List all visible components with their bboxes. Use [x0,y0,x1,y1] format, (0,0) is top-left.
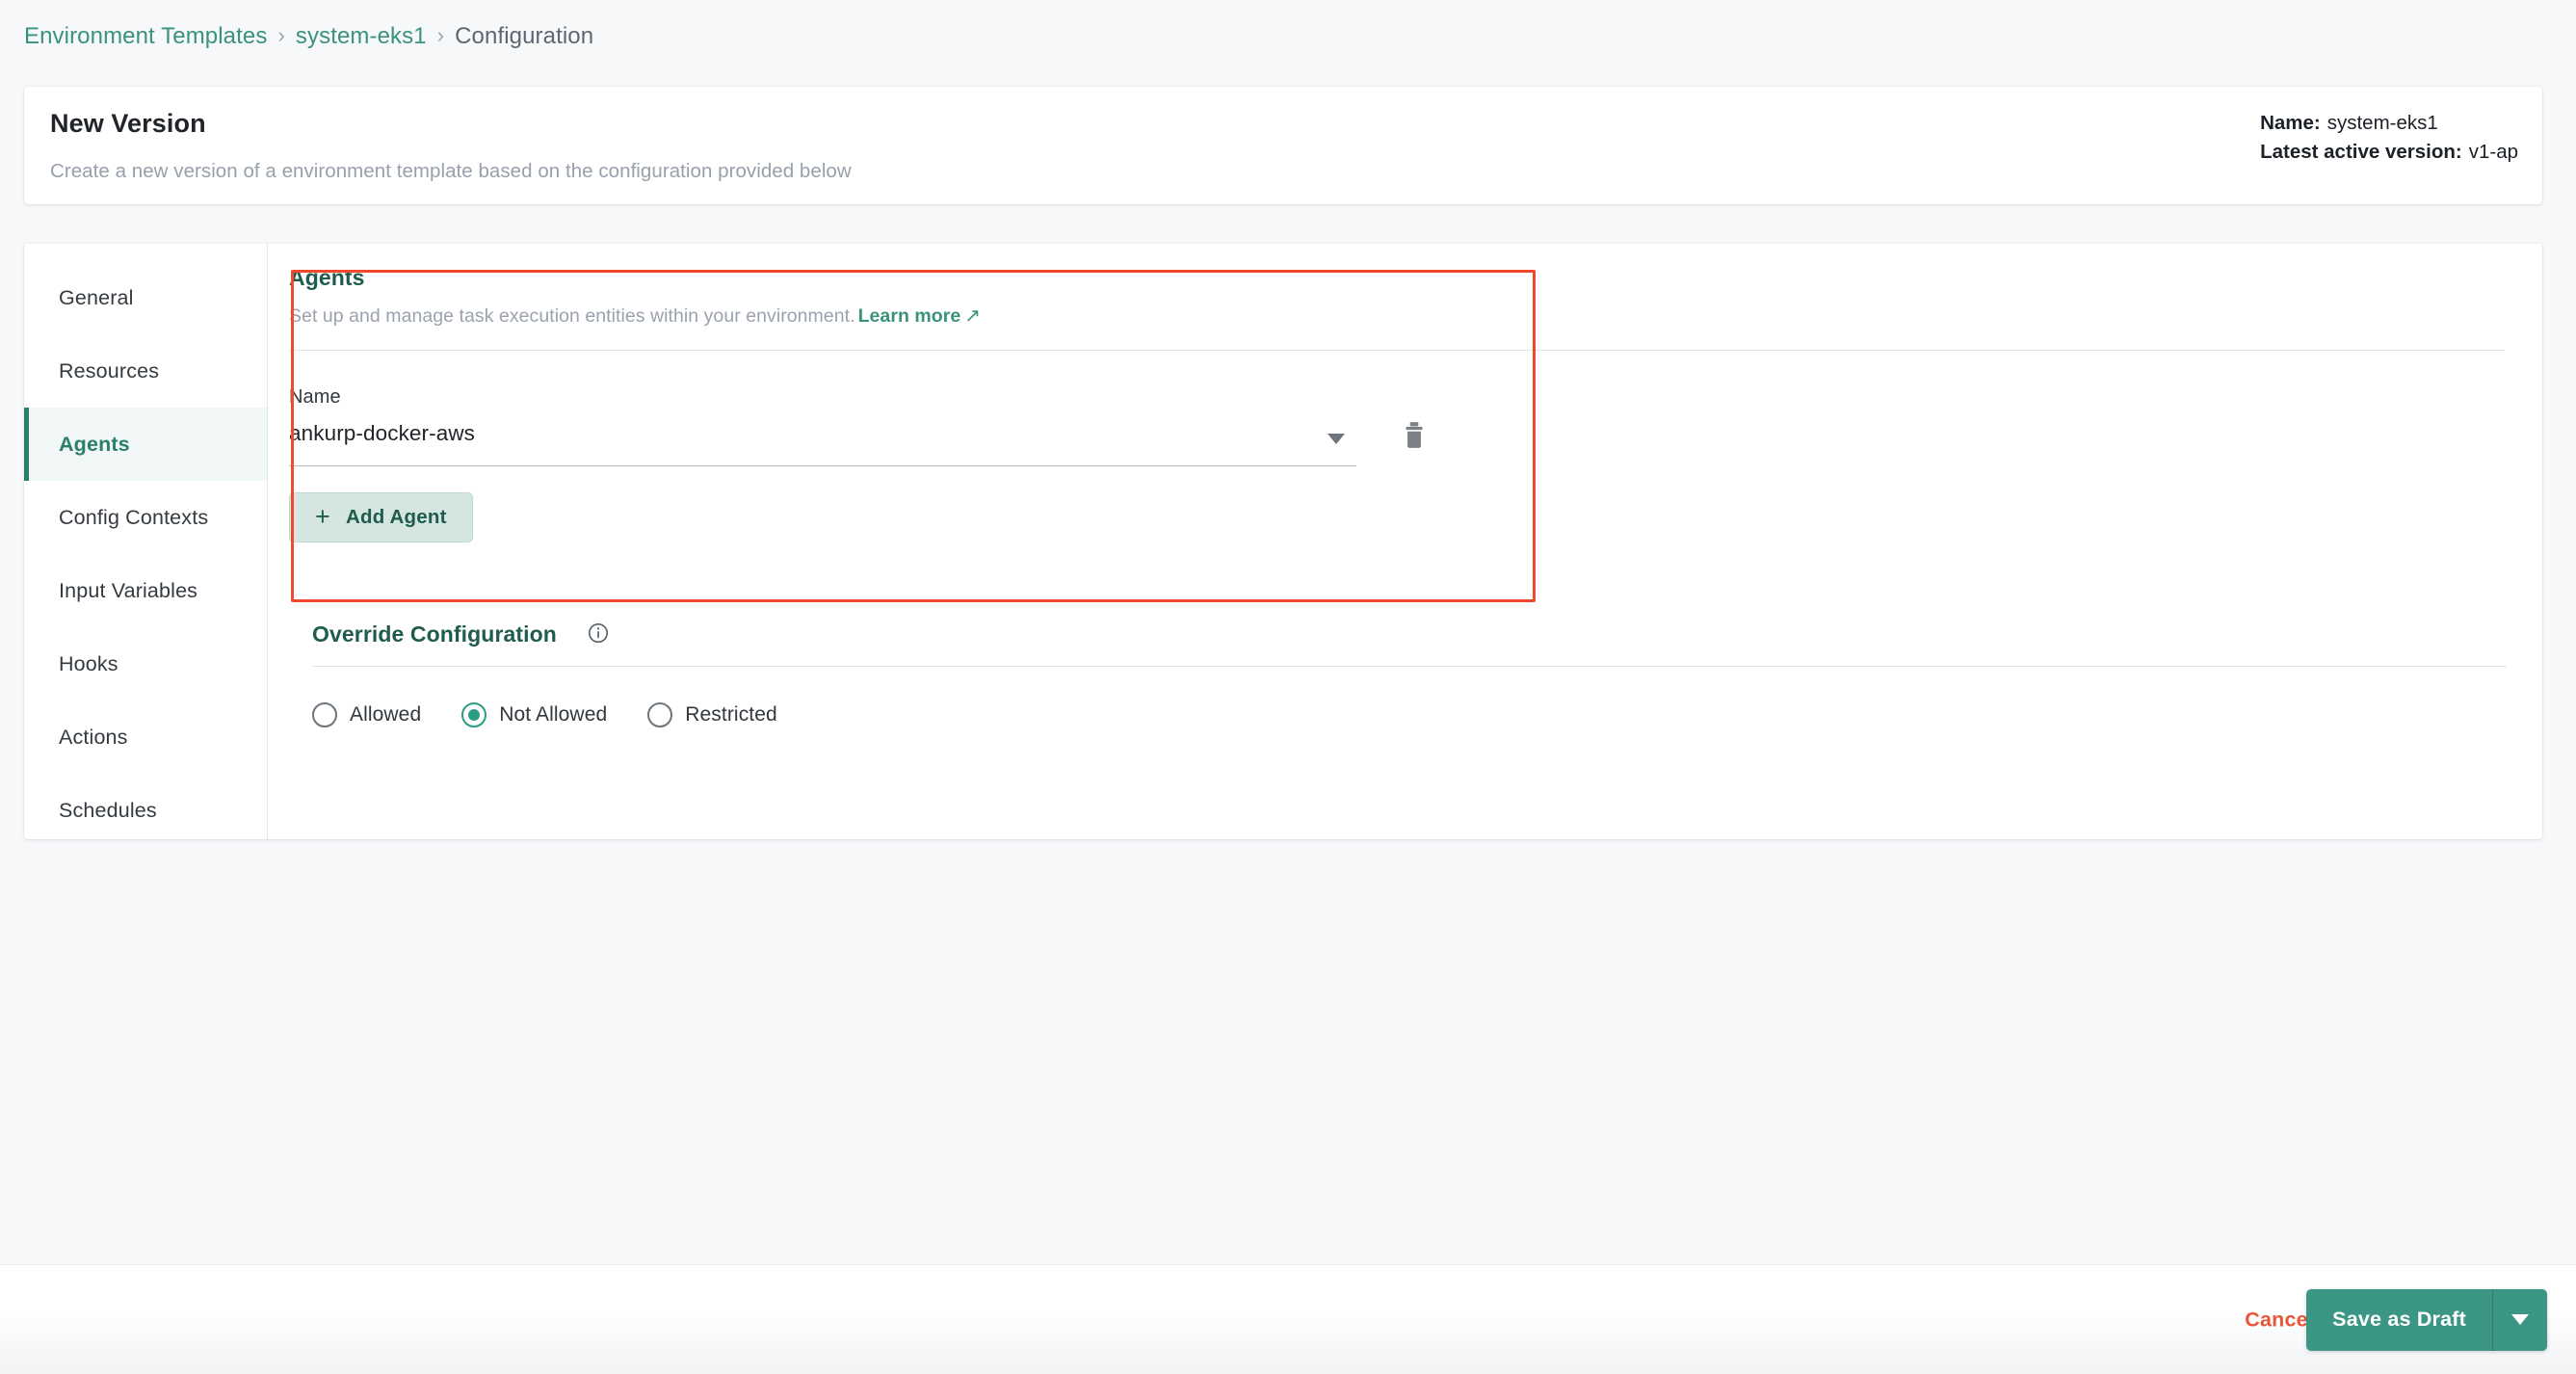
new-version-header-card: New Version Create a new version of a en… [24,87,2542,204]
breadcrumb-item-configuration: Configuration [455,23,594,49]
sidebar-item-label: General [59,285,134,309]
page-subtitle: Create a new version of a environment te… [50,160,852,182]
sidebar-item-hooks[interactable]: Hooks [24,627,267,700]
chevron-down-icon [2511,1314,2529,1325]
radio-option-restricted[interactable]: Restricted [647,702,777,727]
breadcrumb: Environment Templates › system-eks1 › Co… [24,17,593,56]
template-version-key: Latest active version: [2260,141,2462,163]
sidebar-item-label: Hooks [59,651,118,675]
sidebar-item-label: Config Contexts [59,505,209,529]
template-name-value: system-eks1 [2326,112,2438,134]
radio-option-label: Allowed [350,703,422,726]
configuration-content: Agents Set up and manage task execution … [268,244,2542,839]
sidebar-item-label: Actions [59,725,128,749]
save-options-dropdown-button[interactable] [2493,1289,2547,1351]
action-footer: Cancel Save as Draft [0,1264,2576,1374]
override-configuration-radio-group: Allowed Not Allowed Restricted [312,702,777,727]
radio-option-label: Not Allowed [499,703,608,726]
sidebar-item-label: Resources [59,358,160,383]
sidebar-item-input-variables[interactable]: Input Variables [24,554,267,627]
override-configuration-title: Override Configuration [312,621,557,647]
template-meta: Name: system-eks1 Latest active version: v… [2260,109,2518,167]
sidebar-item-label: Input Variables [59,578,198,602]
save-as-draft-button[interactable]: Save as Draft [2306,1289,2492,1351]
page-root: Environment Templates › system-eks1 › Co… [0,0,2576,1374]
breadcrumb-separator: › [277,23,285,47]
breadcrumb-item-environment-templates[interactable]: Environment Templates [24,23,267,50]
radio-option-allowed[interactable]: Allowed [312,702,421,727]
sidebar-item-label: Schedules [59,798,157,822]
template-version-row: Latest active version: v1-ap [2260,138,2518,167]
breadcrumb-item-system-eks1[interactable]: system-eks1 [296,23,427,50]
sidebar-item-schedules[interactable]: Schedules [24,774,267,847]
sidebar-item-agents[interactable]: Agents [24,408,267,481]
template-name-key: Name: [2260,112,2321,134]
radio-circle-icon [312,702,337,727]
radio-circle-selected-icon [461,702,487,727]
radio-option-label: Restricted [685,703,777,726]
sidebar-item-general[interactable]: General [24,261,267,334]
sidebar-item-resources[interactable]: Resources [24,334,267,408]
info-icon[interactable] [588,622,609,644]
radio-option-not-allowed[interactable]: Not Allowed [461,702,607,727]
page-title: New Version [50,109,206,138]
template-name-row: Name: system-eks1 [2260,109,2518,138]
configuration-card: General Resources Agents Config Contexts… [24,244,2542,839]
configuration-sidebar: General Resources Agents Config Contexts… [24,244,268,839]
sidebar-item-label: Agents [59,432,130,456]
cancel-button[interactable]: Cancel [2245,1308,2314,1332]
breadcrumb-separator: › [436,23,445,47]
agents-section-highlight [291,270,1536,602]
radio-circle-icon [647,702,673,727]
sidebar-item-actions[interactable]: Actions [24,700,267,774]
template-version-value: v1-ap [2468,141,2518,163]
sidebar-item-config-contexts[interactable]: Config Contexts [24,481,267,554]
override-configuration-divider [312,666,2507,667]
save-as-draft-group: Save as Draft [2306,1288,2547,1351]
